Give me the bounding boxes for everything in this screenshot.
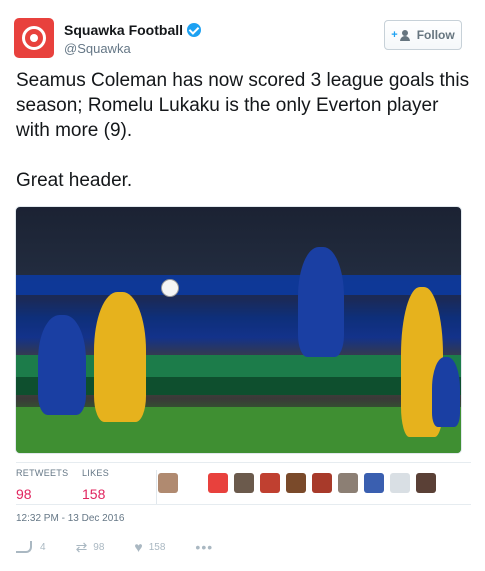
follow-button[interactable]: + Follow bbox=[384, 20, 462, 50]
retweet-icon: ⇄ bbox=[75, 538, 88, 555]
more-icon: ••• bbox=[195, 539, 214, 555]
follow-user-icon bbox=[399, 29, 412, 41]
liker-avatar[interactable] bbox=[416, 473, 436, 493]
like-icon: ♥ bbox=[134, 539, 143, 555]
author-avatar[interactable] bbox=[14, 18, 54, 58]
follow-label: Follow bbox=[416, 28, 455, 42]
liker-avatar[interactable] bbox=[260, 473, 280, 493]
likes-value: 158 bbox=[82, 486, 106, 502]
liker-avatar[interactable] bbox=[390, 473, 410, 493]
liker-avatars bbox=[158, 473, 442, 493]
tweet-text: Seamus Coleman has now scored 3 league g… bbox=[16, 70, 470, 191]
reply-button[interactable]: 4 bbox=[16, 541, 46, 553]
retweet-button[interactable]: ⇄ 98 bbox=[76, 539, 105, 556]
liker-avatar[interactable] bbox=[286, 473, 306, 493]
retweets-label: RETWEETS bbox=[16, 468, 69, 478]
tweet-actions: 4 ⇄ 98 ♥ 158 ••• bbox=[16, 537, 316, 557]
reply-icon bbox=[16, 541, 32, 553]
author-name-row[interactable]: Squawka Football bbox=[64, 21, 202, 39]
liker-avatar[interactable] bbox=[234, 473, 254, 493]
like-button[interactable]: ♥ 158 bbox=[134, 539, 165, 555]
retweets-stat[interactable]: RETWEETS 98 bbox=[16, 468, 68, 502]
likes-label: LIKES bbox=[82, 468, 110, 478]
liker-avatar[interactable] bbox=[364, 473, 384, 493]
likes-stat[interactable]: LIKES 158 bbox=[82, 468, 109, 502]
football-icon bbox=[161, 279, 179, 297]
retweets-value: 98 bbox=[16, 486, 32, 502]
like-count: 158 bbox=[148, 541, 166, 553]
liker-avatar[interactable] bbox=[208, 473, 228, 493]
author-handle[interactable]: @Squawka bbox=[64, 41, 131, 56]
tweet-stats: RETWEETS 98 LIKES 158 bbox=[16, 468, 471, 508]
tweet-timestamp[interactable]: 12:32 PM - 13 Dec 2016 bbox=[16, 513, 124, 524]
plus-icon: + bbox=[391, 29, 398, 41]
retweeter-avatar[interactable] bbox=[158, 473, 178, 493]
tweet-header: Squawka Football @Squawka + Follow bbox=[14, 14, 474, 62]
tweet-photo[interactable] bbox=[15, 206, 462, 454]
verified-icon bbox=[187, 23, 202, 37]
more-button[interactable]: ••• bbox=[195, 539, 213, 555]
reply-count: 4 bbox=[40, 541, 46, 553]
author-name[interactable]: Squawka Football bbox=[64, 22, 183, 38]
liker-avatar[interactable] bbox=[312, 473, 332, 493]
liker-avatar[interactable] bbox=[338, 473, 358, 493]
retweet-count: 98 bbox=[93, 541, 105, 553]
